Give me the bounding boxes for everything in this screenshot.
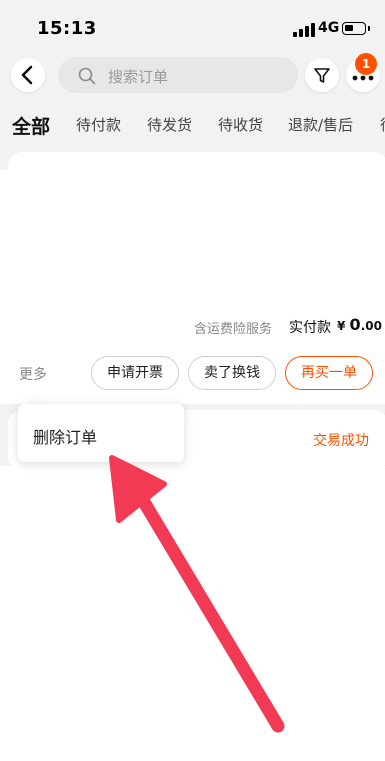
tab-pending-receipt[interactable]: 待收货: [218, 114, 263, 135]
currency-symbol: ¥: [337, 319, 346, 333]
tab-all[interactable]: 全部: [12, 112, 50, 139]
filter-icon: [314, 68, 330, 83]
order-status: 交易成功: [313, 433, 369, 449]
status-time: 15:13: [37, 18, 97, 39]
filter-button[interactable]: [305, 58, 339, 92]
resell-button[interactable]: 卖了换钱: [188, 356, 276, 390]
notification-badge: 1: [355, 53, 377, 75]
signal-icon: [293, 23, 315, 37]
amount-integer: 0: [349, 315, 361, 334]
more-actions-link[interactable]: 更多: [19, 364, 47, 384]
delete-order-option[interactable]: 删除订单: [33, 424, 97, 448]
tab-pending-review-partial[interactable]: 待: [380, 114, 385, 135]
network-type: 4G: [318, 20, 340, 36]
tab-pending-payment[interactable]: 待付款: [76, 114, 121, 135]
amount-decimal: .00: [360, 319, 382, 333]
order-tabs: 全部 待付款 待发货 待收货 退款/售后 待: [0, 112, 385, 142]
paid-label: 实付款: [289, 320, 331, 336]
tab-refund-aftersale[interactable]: 退款/售后: [288, 114, 353, 135]
request-invoice-button[interactable]: 申请开票: [91, 356, 179, 390]
shipping-insurance-note: 含运费险服务: [194, 322, 273, 337]
tab-pending-shipment[interactable]: 待发货: [147, 114, 192, 135]
search-placeholder: 搜索订单: [108, 68, 169, 86]
status-bar: 15:13 4G: [0, 0, 385, 56]
paid-amount: ¥ 0.00: [337, 315, 382, 334]
search-input[interactable]: 搜索订单: [58, 57, 298, 93]
buy-again-button[interactable]: 再买一单: [285, 356, 373, 390]
back-button[interactable]: [11, 58, 45, 92]
back-icon: [21, 65, 33, 85]
battery-icon: [342, 22, 370, 35]
search-icon: [78, 67, 96, 85]
